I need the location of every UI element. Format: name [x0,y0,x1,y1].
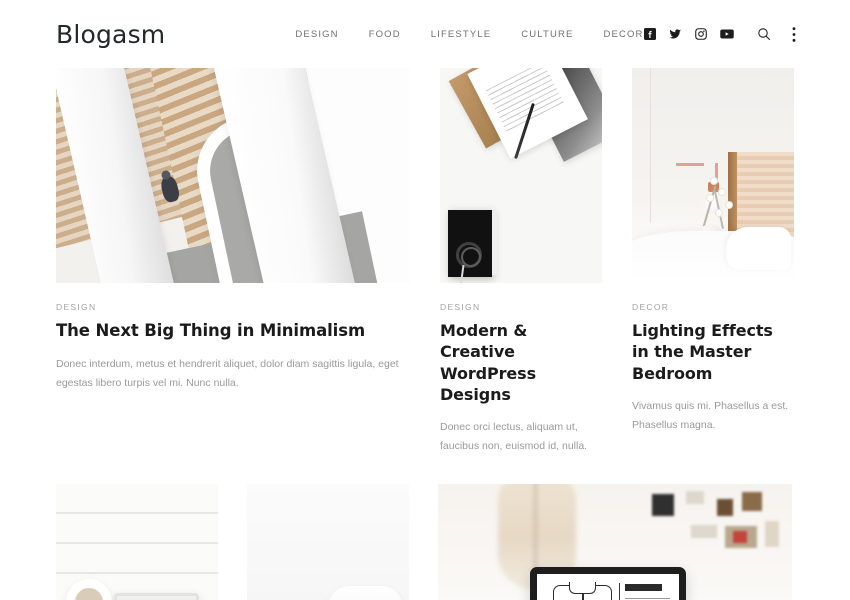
post-thumbnail-staircase[interactable] [56,68,410,283]
nav-item-food[interactable]: FOOD [369,29,401,40]
post-excerpt-tertiary: Vivamus quis mi. Phasellus a est. Phasel… [632,399,789,432]
search-icon[interactable] [757,27,771,41]
instagram-icon[interactable] [694,28,707,40]
fashion-studio-photo [438,483,792,600]
post-card-featured: DESIGN The Next Big Thing in Minimalism … [56,68,410,394]
post-thumbnail-breakfast[interactable] [56,483,218,600]
chair-photo [247,483,409,600]
nav-item-lifestyle[interactable]: LIFESTYLE [431,29,492,40]
desk-photo [440,68,602,283]
post-grid: DESIGN The Next Big Thing in Minimalism … [0,68,850,600]
post-category-secondary[interactable]: DESIGN [440,302,602,312]
post-category-tertiary[interactable]: DECOR [632,302,794,312]
post-thumbnail-fashion-studio[interactable] [438,483,792,600]
post-thumbnail-desk[interactable] [440,68,602,283]
staircase-photo [56,68,410,283]
header-tools [643,26,796,42]
bedroom-photo [632,68,794,283]
post-excerpt-featured: Donec interdum, metus et hendrerit aliqu… [56,357,399,390]
post-row-bottom [56,483,794,600]
post-card-secondary: DESIGN Modern & Creative WordPress Desig… [440,68,602,457]
post-row-top: DESIGN The Next Big Thing in Minimalism … [56,68,794,457]
youtube-icon[interactable] [719,28,734,40]
primary-navigation: DESIGN FOOD LIFESTYLE CULTURE DECOR [295,29,643,40]
post-title-secondary[interactable]: Modern & Creative WordPress Designs [440,320,602,405]
overflow-menu-icon[interactable] [792,26,796,42]
site-brand[interactable]: Blogasm [56,22,165,47]
breakfast-photo [56,483,218,600]
nav-item-design[interactable]: DESIGN [295,29,338,40]
post-title-featured[interactable]: The Next Big Thing in Minimalism [56,320,410,342]
post-card-bottom-3 [438,483,792,600]
post-card-tertiary: DECOR Lighting Effects in the Master Bed… [632,68,794,436]
post-card-bottom-1 [56,483,218,600]
nav-item-culture[interactable]: CULTURE [521,29,573,40]
post-thumbnail-chair[interactable] [247,483,409,600]
page-root: Blogasm DESIGN FOOD LIFESTYLE CULTURE DE… [0,0,850,600]
facebook-icon[interactable] [643,28,656,40]
nav-item-decor[interactable]: DECOR [603,29,643,40]
post-excerpt-secondary: Donec orci lectus, aliquam ut, faucibus … [440,421,588,453]
post-category-featured[interactable]: DESIGN [56,302,410,312]
twitter-icon[interactable] [669,28,682,40]
post-thumbnail-bedroom[interactable] [632,68,794,283]
post-card-bottom-2 [247,483,409,600]
site-header: Blogasm DESIGN FOOD LIFESTYLE CULTURE DE… [0,0,850,68]
post-title-tertiary[interactable]: Lighting Effects in the Master Bedroom [632,320,794,384]
